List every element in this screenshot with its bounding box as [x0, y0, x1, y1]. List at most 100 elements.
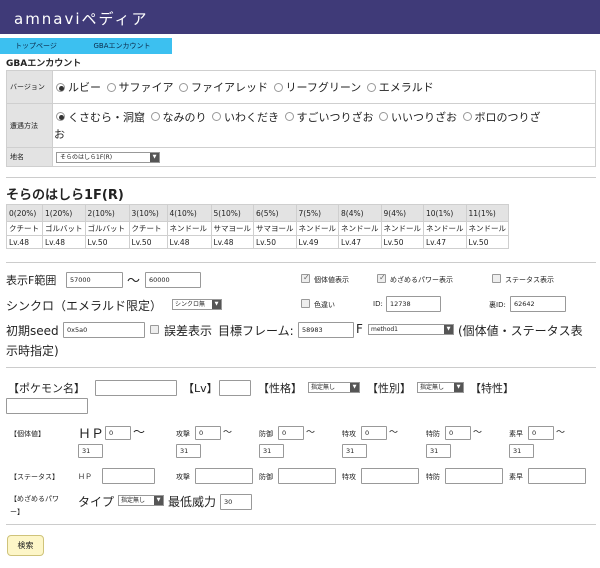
stat-input[interactable] — [278, 468, 336, 484]
shiny-checkbox[interactable] — [301, 299, 310, 308]
iv-display-checkbox[interactable] — [301, 273, 310, 283]
radio-ruby[interactable] — [56, 82, 65, 92]
type-select[interactable]: 指定無し ▼ — [118, 495, 164, 506]
encounter-level: Lv.48 — [166, 235, 212, 249]
iv-stat-min-input[interactable]: 0 — [361, 426, 387, 440]
radio-good-rod[interactable] — [379, 112, 388, 121]
encounter-pokemon: ネンドール — [295, 221, 339, 236]
method-options: くさむら・洞窟 なみのり いわくだき すごいつりざお いいつりざお ボロのつりざ… — [52, 103, 596, 148]
sync-select[interactable]: シンクロ無 ▼ — [172, 299, 222, 310]
version-sapphire: サファイア — [118, 81, 174, 94]
radio-grass-cave[interactable] — [56, 112, 65, 121]
iv-hp-min-input[interactable]: 0 — [105, 426, 131, 440]
nature-select[interactable]: 指定無し ▼ — [308, 382, 360, 393]
id-label: ID: — [373, 300, 383, 308]
stat-input[interactable] — [445, 468, 503, 484]
radio-super-rod[interactable] — [284, 112, 294, 121]
method-rock-smash: いわくだき — [224, 110, 279, 124]
hidden-power-display-label: めざめるパワー表示 — [390, 276, 453, 284]
iv-stat-max-input[interactable]: 31 — [176, 444, 201, 458]
range-from-input[interactable]: 57000 — [66, 272, 123, 288]
range-to-input[interactable]: 60000 — [145, 272, 201, 288]
iv-hp-max-input[interactable]: 31 — [78, 444, 103, 458]
seed-input[interactable]: 0x5a0 — [63, 322, 145, 338]
encounter-pokemon: ネンドール — [380, 221, 424, 236]
iv-stat-max-input[interactable]: 31 — [426, 444, 451, 458]
gender-label: 【性別】 — [367, 382, 411, 395]
radio-rock-smash[interactable] — [212, 112, 221, 121]
iv-stat-min-input[interactable]: 0 — [195, 426, 221, 440]
encounter-pokemon: ゴルバット — [84, 221, 130, 236]
encounter-pokemon: サマヨール — [253, 221, 297, 236]
encounter-slot: 1(20%) — [42, 204, 86, 222]
location-select[interactable]: そらのはしら1F(R) ▼ — [56, 152, 160, 163]
location-cell: そらのはしら1F(R) ▼ — [52, 147, 596, 167]
radio-old-rod[interactable] — [462, 112, 472, 121]
status-display-checkbox[interactable] — [492, 274, 501, 283]
min-power-input[interactable]: 30 — [220, 494, 252, 510]
error-display-checkbox[interactable] — [150, 325, 159, 334]
pokemon-name-label: 【ポケモン名】 — [8, 382, 85, 395]
version-ruby: ルビー — [68, 81, 101, 94]
level-label: 【Lv】 — [183, 382, 218, 395]
method-super-rod: すごいつりざお — [296, 110, 374, 124]
section-title: GBAエンカウント — [6, 59, 82, 69]
id-input[interactable]: 12738 — [386, 296, 441, 312]
encounter-slot: 0(20%) — [6, 204, 43, 222]
iv-stat-tilde: 〜 — [223, 428, 233, 438]
iv-stat-min-input[interactable]: 0 — [445, 426, 471, 440]
gender-select[interactable]: 指定無し ▼ — [417, 382, 464, 393]
stat-input[interactable] — [361, 468, 419, 484]
encounter-table: 0(20%) 1(20%) 2(10%) 3(10%) 4(10%) 5(10%) 6(5%… — [6, 204, 509, 249]
radio-firered[interactable] — [179, 82, 188, 92]
stat-input[interactable] — [195, 468, 253, 484]
encounter-slot: 9(4%) — [380, 204, 424, 222]
radio-sapphire[interactable] — [106, 82, 116, 92]
iv-stat-max-input[interactable]: 31 — [509, 444, 534, 458]
ability-input[interactable] — [6, 398, 88, 414]
chevron-down-icon: ▼ — [444, 325, 453, 334]
app-title: amnaviペディア — [14, 10, 149, 28]
version-emerald: エメラルド — [378, 81, 434, 94]
encounter-pokemon: ゴルバット — [42, 221, 86, 236]
stat-hp-input[interactable] — [102, 468, 155, 484]
iv-stat-min-input[interactable]: 0 — [528, 426, 554, 440]
version-options: ルビー サファイア ファイアレッド リーフグリーン エメラルド — [52, 70, 596, 104]
radio-emerald[interactable] — [366, 82, 376, 92]
method-select[interactable]: method1 ▼ — [368, 324, 454, 335]
divider — [6, 524, 596, 525]
nature-select-value: 指定無し — [311, 384, 336, 391]
encounter-slot: 4(10%) — [166, 204, 212, 222]
encounter-slot: 6(5%) — [253, 204, 297, 222]
iv-stat-max-input[interactable]: 31 — [342, 444, 367, 458]
iv-stat-min-input[interactable]: 0 — [278, 426, 304, 440]
app-header: amnaviペディア — [0, 0, 600, 34]
target-frame-label: 目標フレーム: — [218, 324, 294, 338]
level-input[interactable] — [219, 380, 251, 396]
search-button[interactable]: 検索 — [7, 535, 44, 556]
encounter-level: Lv.49 — [295, 235, 339, 249]
iv-stat-tilde: 〜 — [306, 428, 316, 438]
tab-top-page[interactable]: トップページ — [0, 38, 72, 54]
stat-input[interactable] — [528, 468, 586, 484]
error-display-label: 誤差表示 — [164, 324, 213, 338]
location-title: そらのはしら1F(R) — [6, 188, 124, 203]
iv-stat-max-input[interactable]: 31 — [259, 444, 284, 458]
target-frame-input[interactable]: 58983 — [298, 322, 354, 338]
radio-leafgreen[interactable] — [273, 82, 283, 92]
iv-hp-tilde: 〜 — [133, 425, 146, 439]
stat-label: 攻撃 — [176, 473, 190, 481]
encounter-pokemon: クチート — [128, 221, 168, 236]
chevron-down-icon: ▼ — [154, 496, 163, 505]
sid-input[interactable]: 62642 — [510, 296, 566, 312]
tab-gba-encount[interactable]: GBAエンカウント — [72, 38, 172, 54]
pokemon-name-input[interactable] — [95, 380, 177, 396]
encounter-slot: 11(1%) — [465, 204, 509, 222]
encounter-pokemon: ネンドール — [338, 221, 382, 236]
hidden-power-display-checkbox[interactable] — [377, 273, 386, 283]
radio-surf[interactable] — [150, 112, 160, 121]
encounter-slot: 8(4%) — [338, 204, 382, 222]
sync-label: シンクロ（エメラルド限定） — [6, 299, 163, 313]
method-note-cont: 示時指定) — [6, 344, 59, 358]
sid-label: 裏ID: — [489, 301, 506, 309]
